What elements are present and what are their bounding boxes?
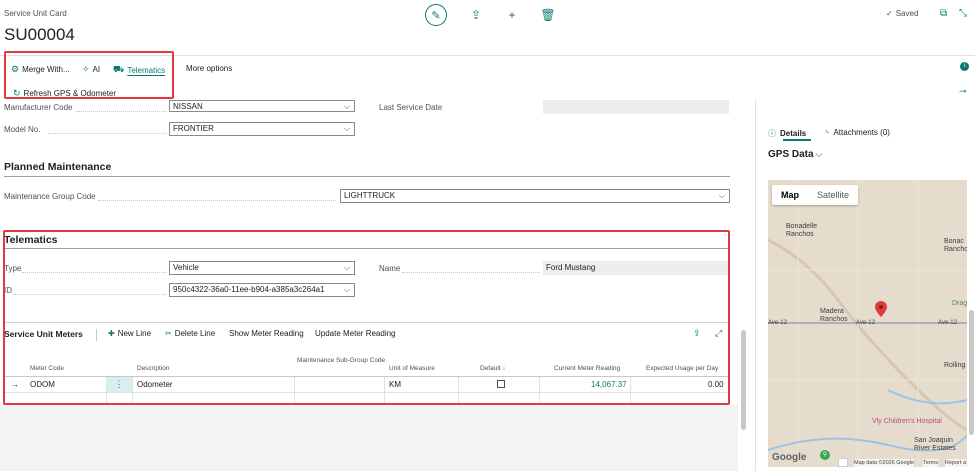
maintenance-group-code-label: Maintenance Group Code <box>4 192 96 201</box>
map-data-attribution: Map data ©2026 Google <box>854 459 915 467</box>
gps-data-header[interactable]: GPS Data ⌵ <box>768 149 822 160</box>
tab-attachments[interactable]: ⌎ Attachments (0) <box>823 128 890 137</box>
leader-dots <box>98 200 336 201</box>
paperclip-icon: ⌎ <box>823 128 830 137</box>
edit-button[interactable]: ✎ <box>425 4 447 26</box>
map-label-ave12-mid: Ave-12 <box>856 320 875 326</box>
model-no-value: FRONTIER <box>173 124 214 133</box>
gps-data-title: GPS Data <box>768 149 814 160</box>
tab-attachments-label: Attachments (0) <box>833 128 890 137</box>
map-label-bonadelle: Bonadelle Ranchos <box>786 223 818 238</box>
map-button[interactable]: Map <box>772 185 808 205</box>
map-label-ave12-right: Ave-12 <box>938 320 957 326</box>
model-no-field[interactable]: FRONTIER ⌵ <box>169 122 355 136</box>
keyboard-shortcuts-icon[interactable] <box>838 458 848 467</box>
last-service-date-field <box>543 100 729 114</box>
more-options-button[interactable]: More options <box>186 64 232 73</box>
saved-label: Saved <box>895 9 919 18</box>
delete-button[interactable]: 🗑 <box>540 8 556 22</box>
map-label-hospital: Vly Children's Hospital <box>872 418 942 425</box>
planned-maintenance-title: Planned Maintenance <box>4 161 112 173</box>
collapse-icon: ⤡ <box>959 8 967 19</box>
model-no-label: Model No. <box>4 125 41 134</box>
map-pin-icon[interactable] <box>875 301 887 317</box>
pegman-icon[interactable]: ⚲ <box>820 450 830 460</box>
leader-dots <box>76 111 166 112</box>
active-tab-indicator <box>783 139 811 141</box>
page-caption: Service Unit Card <box>4 9 67 18</box>
collapse-button[interactable]: ⤡ <box>959 8 967 19</box>
trash-icon: 🗑 <box>540 8 556 22</box>
tab-details[interactable]: ⓘ Details <box>768 128 806 139</box>
map-label-rolling: Rolling <box>944 362 966 369</box>
highlight-action-box <box>4 51 174 99</box>
check-icon: ✓ <box>886 9 893 18</box>
manufacturer-code-value: NISSAN <box>173 102 203 111</box>
google-logo: Google <box>772 452 807 463</box>
chevron-down-icon: ⌵ <box>343 124 350 133</box>
manufacturer-code-label: Manufacturer Code <box>4 103 73 112</box>
share-button[interactable]: ⇪ <box>469 8 483 22</box>
section-divider <box>4 176 730 177</box>
factbox-scrollbar[interactable] <box>969 310 974 435</box>
chevron-down-icon: ⌵ <box>343 102 350 111</box>
last-service-date-label: Last Service Date <box>379 103 443 112</box>
gps-map[interactable]: Bonadelle Ranchos Bonac Ranchos Madera R… <box>768 180 967 467</box>
map-label-san-joaquin: San Joaquin River Estates <box>914 437 956 452</box>
map-label-bonac: Bonac Ranchos <box>944 238 967 253</box>
highlight-telematics-box <box>3 230 730 405</box>
more-options-label: More options <box>186 64 233 73</box>
map-label-ave12-left: Ave-12 <box>768 320 787 326</box>
map-label-drag: Drag <box>952 300 967 307</box>
maintenance-group-code-field[interactable]: LIGHTTRUCK ⌵ <box>340 189 730 203</box>
chevron-down-icon: ⌵ <box>815 149 823 159</box>
top-toolbar: ✎ ⇪ + 🗑 <box>425 4 556 26</box>
share-icon: ⇪ <box>470 8 482 22</box>
form-scrollbar[interactable] <box>741 330 746 430</box>
pin-icon[interactable]: ⊸ <box>959 86 967 97</box>
report-link[interactable]: Report a <box>945 459 967 467</box>
open-new-window-button[interactable]: ⧉ <box>940 8 947 19</box>
pencil-icon: ✎ <box>431 9 441 22</box>
terms-link[interactable]: Terms <box>923 459 938 467</box>
map-type-toggle: Map Satellite <box>772 185 859 205</box>
new-button[interactable]: + <box>505 8 519 22</box>
info-icon: ⓘ <box>768 129 776 138</box>
plus-icon: + <box>508 8 516 22</box>
maintenance-group-code-value: LIGHTTRUCK <box>344 191 396 200</box>
leader-dots <box>48 133 166 134</box>
page-title: SU00004 <box>4 25 75 44</box>
chevron-down-icon: ⌵ <box>718 191 725 200</box>
info-icon[interactable]: i <box>960 62 969 71</box>
manufacturer-code-field[interactable]: NISSAN ⌵ <box>169 100 355 112</box>
tab-details-label: Details <box>780 129 807 138</box>
satellite-button[interactable]: Satellite <box>808 185 858 205</box>
page-background <box>0 405 738 471</box>
saved-status: ✓ Saved <box>886 9 918 18</box>
open-new-window-icon: ⧉ <box>940 8 948 19</box>
